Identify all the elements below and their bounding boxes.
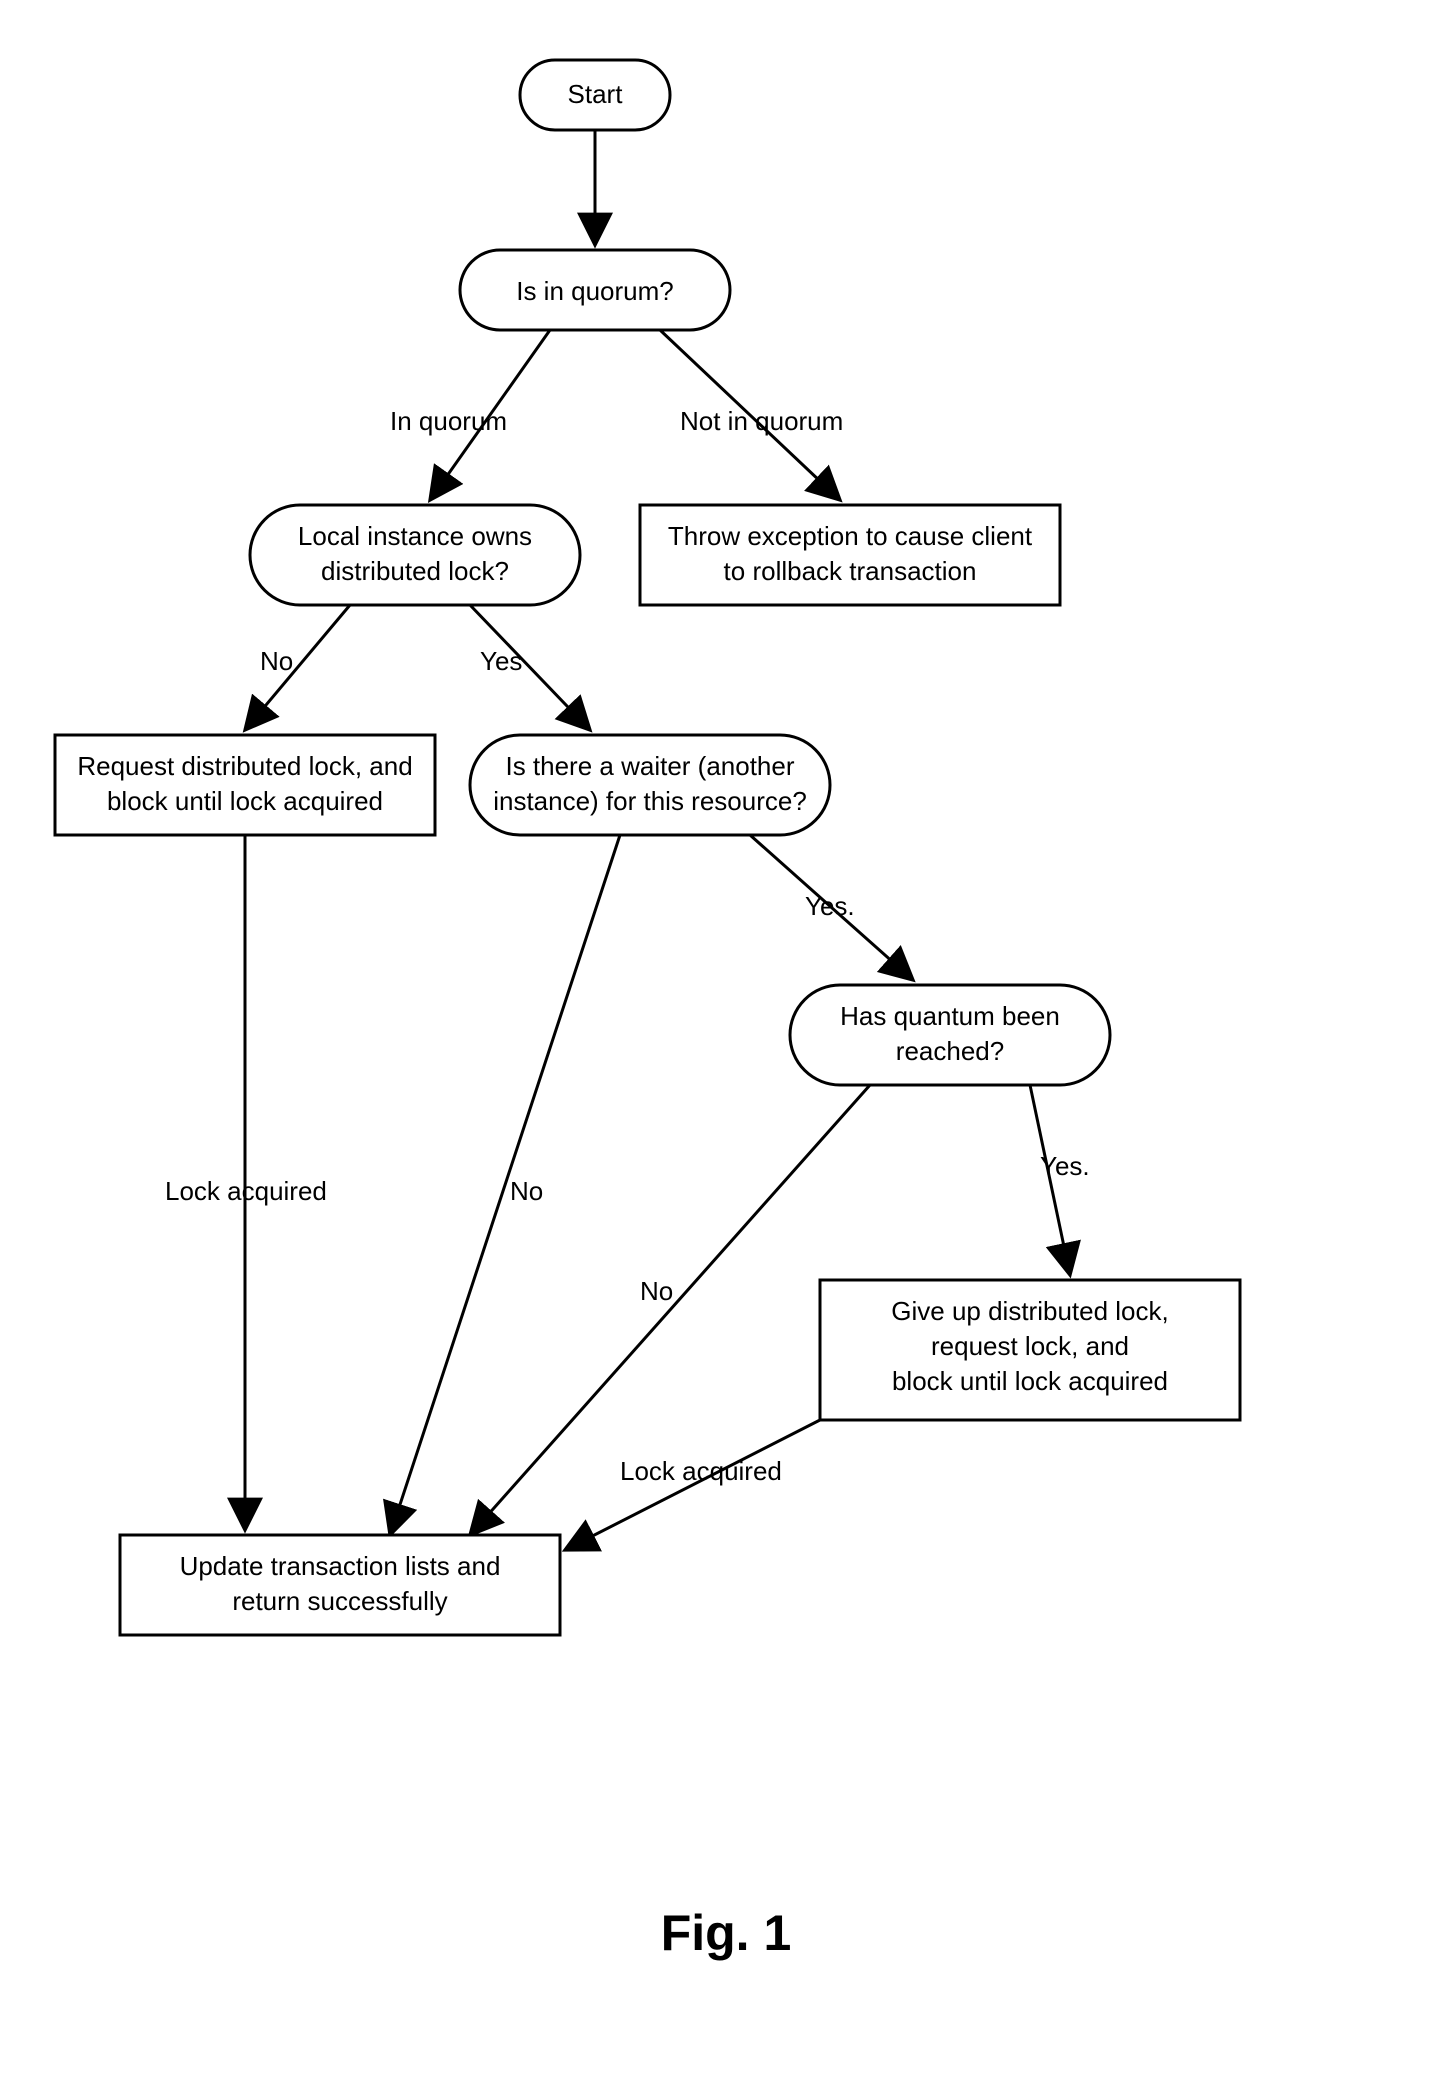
edge-quantum-yes-label: Yes.	[1040, 1151, 1090, 1181]
edge-quorum-local-label: In quorum	[390, 406, 507, 436]
edge-quorum-throw-label: Not in quorum	[680, 406, 843, 436]
edge-waiter-no-label: No	[510, 1176, 543, 1206]
node-quantum-line2: reached?	[896, 1036, 1004, 1066]
node-request-line1: Request distributed lock, and	[77, 751, 412, 781]
node-throw-line2: to rollback transaction	[724, 556, 977, 586]
edge-quorum-local: In quorum	[390, 330, 550, 500]
node-update-line1: Update transaction lists and	[180, 1551, 501, 1581]
node-request-line2: block until lock acquired	[107, 786, 383, 816]
edge-waiter-yes-label: Yes.	[805, 891, 855, 921]
node-start: Start	[520, 60, 670, 130]
node-waiter-line2: instance) for this resource?	[493, 786, 807, 816]
node-start-label: Start	[568, 79, 624, 109]
edge-local-yes-label: Yes	[480, 646, 522, 676]
node-giveup: Give up distributed lock, request lock, …	[820, 1280, 1240, 1420]
node-local-owns: Local instance owns distributed lock?	[250, 505, 580, 605]
edge-quantum-no-label: No	[640, 1276, 673, 1306]
node-quantum: Has quantum been reached?	[790, 985, 1110, 1085]
edge-giveup-update: Lock acquired	[565, 1420, 820, 1550]
edge-request-update: Lock acquired	[165, 835, 327, 1530]
edge-quorum-throw: Not in quorum	[660, 330, 843, 500]
node-giveup-line1: Give up distributed lock,	[891, 1296, 1168, 1326]
edge-giveup-update-label: Lock acquired	[620, 1456, 782, 1486]
figure-caption: Fig. 1	[661, 1905, 792, 1961]
node-quantum-line1: Has quantum been	[840, 1001, 1060, 1031]
edge-local-no: No	[245, 605, 350, 730]
node-quorum-label: Is in quorum?	[516, 276, 674, 306]
edge-local-yes: Yes	[470, 605, 590, 730]
node-local-owns-line2: distributed lock?	[321, 556, 509, 586]
node-throw-line1: Throw exception to cause client	[668, 521, 1033, 551]
node-throw: Throw exception to cause client to rollb…	[640, 505, 1060, 605]
edge-local-no-label: No	[260, 646, 293, 676]
edge-waiter-yes: Yes.	[750, 835, 913, 980]
edge-waiter-no: No	[390, 835, 620, 1535]
node-giveup-line3: block until lock acquired	[892, 1366, 1168, 1396]
flowchart: Start Is in quorum? In quorum Not in quo…	[0, 0, 1452, 2084]
node-giveup-line2: request lock, and	[931, 1331, 1129, 1361]
node-quorum: Is in quorum?	[460, 250, 730, 330]
node-waiter-line1: Is there a waiter (another	[505, 751, 794, 781]
node-update: Update transaction lists and return succ…	[120, 1535, 560, 1635]
edge-quantum-yes: Yes.	[1030, 1085, 1090, 1275]
node-waiter: Is there a waiter (another instance) for…	[470, 735, 830, 835]
edge-request-update-label: Lock acquired	[165, 1176, 327, 1206]
node-update-line2: return successfully	[232, 1586, 447, 1616]
node-local-owns-line1: Local instance owns	[298, 521, 532, 551]
node-request: Request distributed lock, and block unti…	[55, 735, 435, 835]
